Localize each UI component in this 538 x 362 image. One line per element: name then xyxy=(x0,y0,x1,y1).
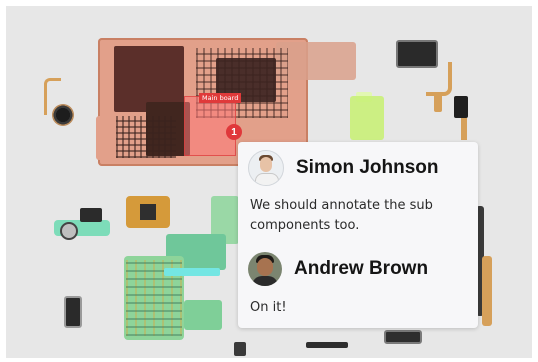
board-circuitry xyxy=(116,116,176,158)
comment-text: On it! xyxy=(250,300,287,315)
speaker-component xyxy=(52,104,74,126)
green-board xyxy=(350,96,384,140)
board-flap xyxy=(276,42,356,80)
annotation-region-label: Main board xyxy=(199,93,242,103)
connector xyxy=(80,208,102,222)
pcb-board xyxy=(184,300,222,330)
small-connector xyxy=(234,342,246,356)
bar-connector xyxy=(306,342,348,348)
flex-cable xyxy=(461,118,467,140)
person-avatar-icon xyxy=(248,150,284,186)
chip xyxy=(140,204,156,220)
person-avatar-icon xyxy=(248,252,282,286)
comment-text: We should annotate the sub components to… xyxy=(250,198,433,233)
comment-author: Andrew Brown xyxy=(294,258,429,279)
small-connector xyxy=(64,296,82,328)
comment-author: Simon Johnson xyxy=(296,157,439,178)
comment-header: Andrew Brown xyxy=(248,252,428,286)
flex-cable xyxy=(434,94,442,112)
flex-cable xyxy=(426,62,452,96)
bar-connector xyxy=(384,330,422,344)
annotation-canvas[interactable]: Main board 1 Simon Johnson We should ann… xyxy=(6,6,532,358)
vibration-motor xyxy=(60,222,78,240)
cable xyxy=(482,256,492,326)
comment-header: Simon Johnson xyxy=(248,150,439,186)
cyan-annotation-bar xyxy=(164,268,220,276)
annotation-badge[interactable]: 1 xyxy=(226,124,242,140)
camera-module-small xyxy=(454,96,468,118)
comment-thread-card[interactable]: Simon Johnson We should annotate the sub… xyxy=(238,142,478,328)
